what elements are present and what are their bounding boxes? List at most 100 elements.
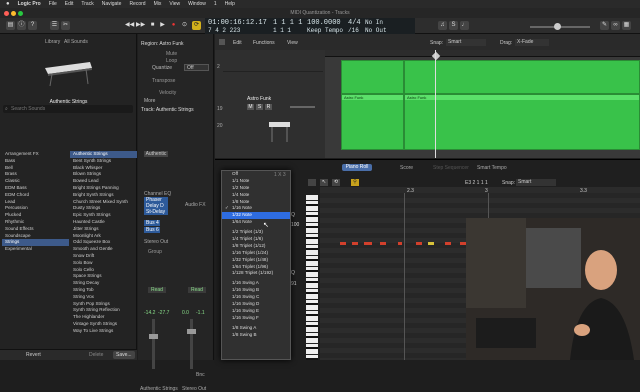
category-item[interactable]: Bell (2, 165, 69, 172)
tab-piano-roll[interactable]: Piano Roll (342, 164, 372, 171)
toolbar-icon[interactable]: ☰ (50, 21, 59, 30)
patch-item[interactable]: Odd Squeeze Box (70, 239, 137, 246)
output-label[interactable]: Stereo Out (144, 239, 168, 245)
bus-send-1[interactable]: Bus 4 (144, 220, 160, 226)
category-item[interactable]: Lead (2, 199, 69, 206)
play-icon[interactable]: ▶ (158, 21, 167, 30)
midi-in-icon[interactable] (308, 179, 316, 186)
category-item[interactable]: Brass (2, 171, 69, 178)
patch-item[interactable]: Dusty Strings (70, 205, 137, 212)
patch-item[interactable]: Blown Strings (70, 171, 137, 178)
rewind-icon[interactable]: ◀◀ (125, 21, 134, 30)
snap-popup[interactable]: Smart (446, 39, 486, 46)
category-item[interactable]: Arrangement FX (2, 151, 69, 158)
category-item[interactable]: Classic (2, 178, 69, 185)
category-item[interactable]: Percussion (2, 205, 69, 212)
patch-item[interactable]: String Vox (70, 294, 137, 301)
patch-item[interactable]: Moonlight Ark (70, 233, 137, 240)
quantize-popup[interactable]: Off (184, 64, 209, 71)
patch-item[interactable]: Way To Live Strings (70, 328, 137, 335)
zoom-window-button[interactable] (18, 11, 23, 16)
menu-navigate[interactable]: Navigate (102, 1, 122, 7)
menu-view[interactable]: View (169, 1, 180, 7)
patch-item[interactable]: Authentic Strings (70, 151, 137, 158)
quantize-menu-item[interactable]: 1/8 Note (222, 199, 290, 206)
save-button[interactable]: Save... (113, 351, 135, 359)
library-presets-menu[interactable]: All Sounds (64, 39, 88, 45)
region-upper-1[interactable] (341, 60, 404, 94)
library-icon[interactable]: ▤ (6, 21, 15, 30)
track-name[interactable]: Astro Funk (247, 96, 271, 102)
midi-note[interactable] (340, 242, 346, 245)
inspector-icon[interactable]: ⓘ (17, 21, 26, 30)
automation-read-2[interactable]: Read (188, 287, 206, 293)
quantize-menu-item[interactable]: 1/8 Triplet (1/12) (222, 243, 290, 250)
menu-record[interactable]: Record (129, 1, 145, 7)
cycle-icon[interactable]: ⟳ (192, 21, 201, 30)
track-row[interactable] (223, 60, 323, 72)
catch-icon[interactable]: ⟲ (332, 179, 340, 186)
fader-2[interactable] (187, 329, 196, 334)
solo-button[interactable]: S (256, 104, 263, 110)
more-disclosure[interactable]: More (144, 98, 155, 104)
midi-note[interactable] (364, 242, 372, 245)
functions-menu[interactable]: Functions (253, 40, 275, 46)
quantize-menu-item[interactable]: 1/4 Triplet (1/6) (222, 236, 290, 243)
capture-icon[interactable]: ⊙ (180, 21, 189, 30)
region-astro-funk-2[interactable]: Astro Funk (404, 94, 640, 150)
drag-popup[interactable]: X-Fade (515, 39, 549, 46)
mute-button[interactable]: M (247, 104, 254, 110)
apple-icon[interactable]: ● (6, 1, 10, 7)
help-icon[interactable]: ? (28, 21, 37, 30)
pointer-tool-icon[interactable]: ↖ (320, 179, 328, 186)
menu-help[interactable]: Help (225, 1, 235, 7)
category-item[interactable]: Soundscape (2, 233, 69, 240)
forward-icon[interactable]: ▶▶ (136, 21, 145, 30)
category-item[interactable]: Rhythmic (2, 219, 69, 226)
patch-item[interactable]: Synth Pop Strings (70, 301, 137, 308)
patch-item[interactable]: Epic Synth Strings (70, 212, 137, 219)
arrange-area[interactable]: Astro Funk Astro Funk (325, 50, 640, 158)
piano-keyboard[interactable] (306, 195, 318, 360)
browser-icon[interactable]: ▦ (622, 21, 631, 30)
patch-item[interactable]: Bent Synth Strings (70, 158, 137, 165)
app-menu[interactable]: Logic Pro (18, 1, 41, 7)
solo-icon[interactable]: S (449, 21, 458, 30)
patch-item[interactable]: Jitter Strings (70, 226, 137, 233)
minimize-window-button[interactable] (11, 11, 16, 16)
quantize-menu-item[interactable]: 1/8 Swing B (222, 332, 290, 339)
link-icon[interactable]: ⚲ (351, 179, 359, 186)
menu-track[interactable]: Track (81, 1, 93, 7)
patch-item[interactable]: Bowed Lead (70, 178, 137, 185)
quantize-menu-item[interactable]: 1/2 Note (222, 185, 290, 192)
tab-smart-tempo[interactable]: Smart Tempo (477, 165, 507, 171)
group-label[interactable]: Group (148, 249, 162, 255)
category-item[interactable]: Strings (2, 239, 69, 247)
quantize-menu-item[interactable]: 1/4 Note (222, 192, 290, 199)
quantize-menu-item[interactable]: 1/16 Swing F (222, 315, 290, 322)
loops-icon[interactable]: ∞ (611, 21, 620, 30)
patch-item[interactable]: Solo Cello (70, 267, 137, 274)
menu-one[interactable]: 1 (214, 1, 217, 7)
quantize-menu-item[interactable]: 1/128 Triplet (1/192) (222, 270, 290, 277)
menu-mix[interactable]: Mix (154, 1, 162, 7)
instrument-slot[interactable]: Authentic (144, 151, 168, 157)
menu-edit[interactable]: Edit (65, 1, 74, 7)
record-enable-button[interactable]: R (265, 104, 272, 110)
quantize-menu-item[interactable]: 1/1 Note (222, 178, 290, 185)
patch-item[interactable]: Smooth and Gentle (70, 246, 137, 253)
patch-item[interactable]: Bright Synth Strings (70, 192, 137, 199)
metronome-icon[interactable]: ♩ (460, 21, 469, 30)
region-upper-2[interactable] (404, 60, 640, 94)
quantize-menu-item[interactable]: 1/64 Triplet (1/96) (222, 264, 290, 271)
revert-button[interactable]: Revert (26, 352, 41, 358)
quantize-menu-item[interactable]: ✓ 1/16 Note (222, 205, 290, 212)
patch-item[interactable]: Bright Strings Panning (70, 185, 137, 192)
close-window-button[interactable] (4, 11, 9, 16)
midi-note[interactable] (352, 242, 358, 245)
menu-file[interactable]: File (49, 1, 57, 7)
patch-item[interactable]: Black Whisper (70, 165, 137, 172)
quantize-menu-item[interactable]: 1/32 Note (222, 212, 290, 220)
category-item[interactable]: Bass (2, 158, 69, 165)
master-volume-knob[interactable] (554, 23, 561, 30)
